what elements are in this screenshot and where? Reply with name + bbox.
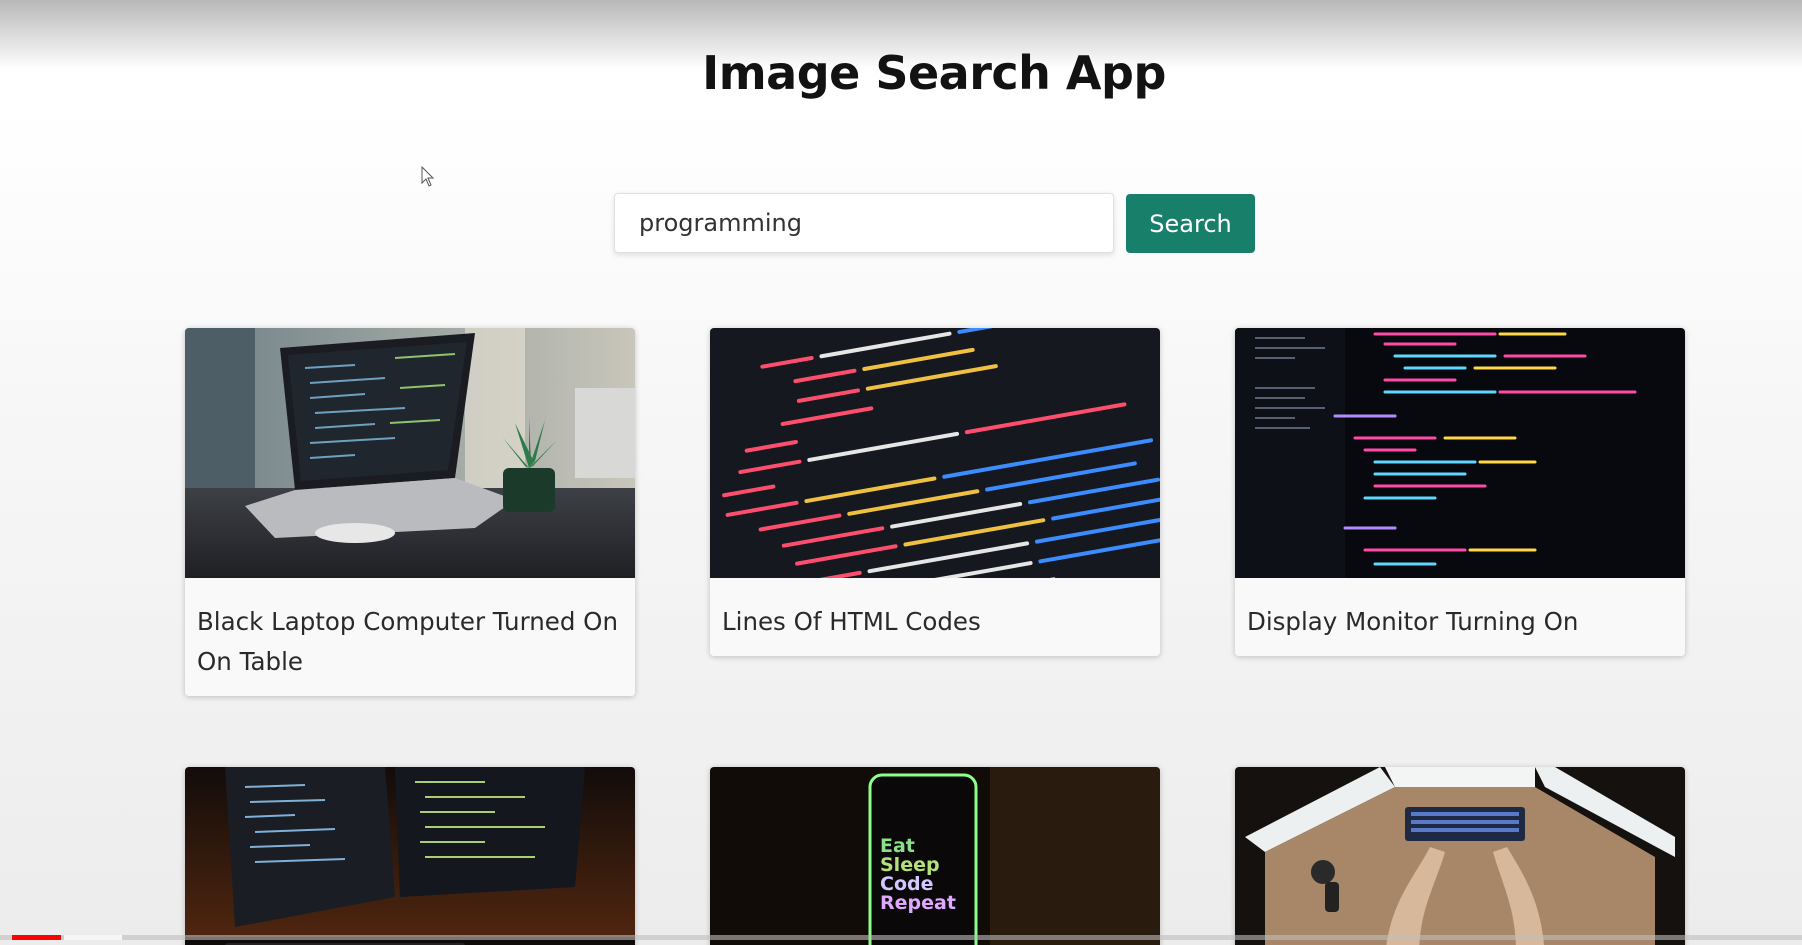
page-title: Image Search App	[702, 46, 1166, 100]
result-caption[interactable]: Lines Of HTML Codes	[710, 578, 1160, 656]
video-progress-buffered	[64, 935, 122, 940]
result-image[interactable]	[185, 767, 635, 945]
result-card[interactable]: Lines Of HTML Codes	[710, 328, 1160, 656]
result-image[interactable]	[710, 328, 1160, 578]
phone-text-line: Repeat	[880, 892, 956, 914]
result-image[interactable]	[1235, 328, 1685, 578]
result-caption[interactable]: Black Laptop Computer Turned On On Table	[185, 578, 635, 696]
result-card[interactable]	[1235, 767, 1685, 945]
video-progress-bar[interactable]	[0, 935, 1802, 940]
result-card[interactable]: Display Monitor Turning On	[1235, 328, 1685, 656]
result-image[interactable]: Eat Sleep Code Repeat	[710, 767, 1160, 945]
result-image[interactable]	[185, 328, 635, 578]
search-input[interactable]	[614, 193, 1114, 253]
result-caption[interactable]: Display Monitor Turning On	[1235, 578, 1685, 656]
pointer-cursor-icon	[421, 166, 435, 187]
result-card[interactable]: Eat Sleep Code Repeat	[710, 767, 1160, 945]
result-image[interactable]	[1235, 767, 1685, 945]
search-button[interactable]: Search	[1126, 194, 1255, 253]
result-card[interactable]: Black Laptop Computer Turned On On Table	[185, 328, 635, 696]
video-progress-played	[12, 935, 61, 940]
page: Image Search App Search	[0, 0, 1802, 945]
result-card[interactable]	[185, 767, 635, 945]
